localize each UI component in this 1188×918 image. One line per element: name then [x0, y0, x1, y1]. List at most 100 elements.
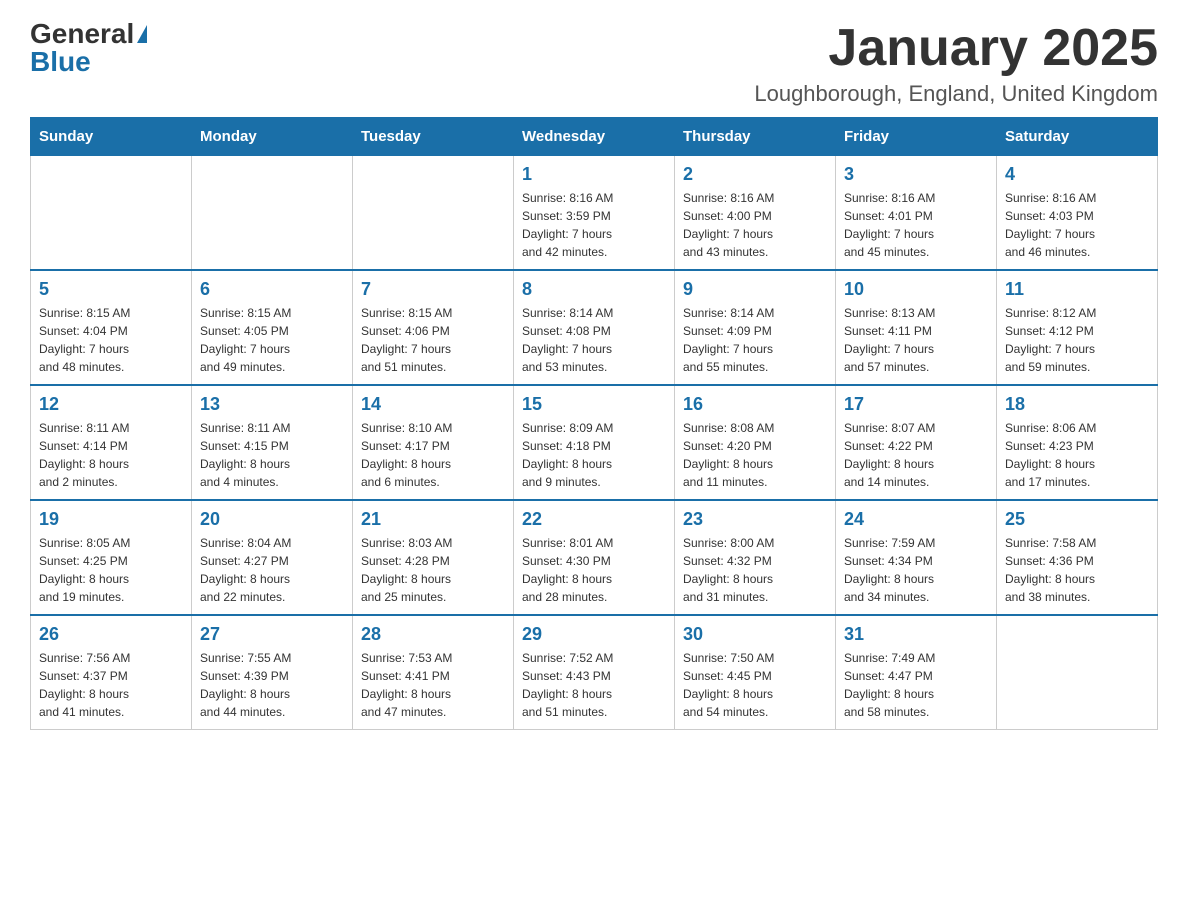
day-info: Sunrise: 8:05 AM Sunset: 4:25 PM Dayligh… [39, 534, 183, 606]
day-number: 13 [200, 394, 344, 415]
calendar-cell: 27 Sunrise: 7:55 AM Sunset: 4:39 PM Dayli… [192, 615, 353, 730]
day-number: 7 [361, 279, 505, 300]
day-number: 15 [522, 394, 666, 415]
calendar-header: SundayMondayTuesdayWednesdayThursdayFrid… [31, 118, 1158, 156]
day-number: 3 [844, 164, 988, 185]
calendar-cell: 15 Sunrise: 8:09 AM Sunset: 4:18 PM Dayli… [514, 385, 675, 500]
calendar-cell: 30 Sunrise: 7:50 AM Sunset: 4:45 PM Dayli… [675, 615, 836, 730]
day-number: 19 [39, 509, 183, 530]
title-area: January 2025 Loughborough, England, Unit… [754, 20, 1158, 107]
calendar-cell: 26Sunrise: 7:56 AM Sunset: 4:37 PM Dayli… [31, 615, 192, 730]
calendar-cell [192, 156, 353, 271]
day-info: Sunrise: 8:13 AM Sunset: 4:11 PM Dayligh… [844, 304, 988, 376]
calendar-cell: 16 Sunrise: 8:08 AM Sunset: 4:20 PM Dayli… [675, 385, 836, 500]
calendar-week-1: 1 Sunrise: 8:16 AM Sunset: 3:59 PM Daylig… [31, 156, 1158, 271]
day-number: 8 [522, 279, 666, 300]
day-number: 26 [39, 624, 183, 645]
calendar-cell: 13 Sunrise: 8:11 AM Sunset: 4:15 PM Dayli… [192, 385, 353, 500]
logo: General Blue [30, 20, 147, 76]
day-number: 29 [522, 624, 666, 645]
day-info: Sunrise: 8:15 AM Sunset: 4:05 PM Dayligh… [200, 304, 344, 376]
logo-triangle-icon [137, 25, 147, 43]
day-number: 27 [200, 624, 344, 645]
day-number: 24 [844, 509, 988, 530]
location-title: Loughborough, England, United Kingdom [754, 81, 1158, 107]
day-number: 28 [361, 624, 505, 645]
header: General Blue January 2025 Loughborough, … [30, 20, 1158, 107]
day-info: Sunrise: 8:08 AM Sunset: 4:20 PM Dayligh… [683, 419, 827, 491]
calendar-week-2: 5Sunrise: 8:15 AM Sunset: 4:04 PM Daylig… [31, 270, 1158, 385]
day-info: Sunrise: 8:12 AM Sunset: 4:12 PM Dayligh… [1005, 304, 1149, 376]
calendar-cell: 12 Sunrise: 8:11 AM Sunset: 4:14 PM Dayli… [31, 385, 192, 500]
weekday-header-monday: Monday [192, 118, 353, 156]
calendar-cell: 4 Sunrise: 8:16 AM Sunset: 4:03 PM Daylig… [997, 156, 1158, 271]
calendar-cell: 25Sunrise: 7:58 AM Sunset: 4:36 PM Dayli… [997, 500, 1158, 615]
day-number: 2 [683, 164, 827, 185]
day-info: Sunrise: 8:16 AM Sunset: 4:01 PM Dayligh… [844, 189, 988, 261]
day-info: Sunrise: 7:50 AM Sunset: 4:45 PM Dayligh… [683, 649, 827, 721]
day-number: 30 [683, 624, 827, 645]
calendar-cell: 31 Sunrise: 7:49 AM Sunset: 4:47 PM Dayli… [836, 615, 997, 730]
day-number: 10 [844, 279, 988, 300]
calendar-cell [353, 156, 514, 271]
weekday-header-wednesday: Wednesday [514, 118, 675, 156]
day-info: Sunrise: 7:55 AM Sunset: 4:39 PM Dayligh… [200, 649, 344, 721]
calendar-cell: 24Sunrise: 7:59 AM Sunset: 4:34 PM Dayli… [836, 500, 997, 615]
day-info: Sunrise: 8:07 AM Sunset: 4:22 PM Dayligh… [844, 419, 988, 491]
month-title: January 2025 [754, 20, 1158, 77]
calendar-cell: 9 Sunrise: 8:14 AM Sunset: 4:09 PM Daylig… [675, 270, 836, 385]
day-info: Sunrise: 7:53 AM Sunset: 4:41 PM Dayligh… [361, 649, 505, 721]
calendar-cell: 8 Sunrise: 8:14 AM Sunset: 4:08 PM Daylig… [514, 270, 675, 385]
day-info: Sunrise: 8:14 AM Sunset: 4:09 PM Dayligh… [683, 304, 827, 376]
weekday-header-thursday: Thursday [675, 118, 836, 156]
day-info: Sunrise: 7:49 AM Sunset: 4:47 PM Dayligh… [844, 649, 988, 721]
calendar-week-4: 19 Sunrise: 8:05 AM Sunset: 4:25 PM Dayli… [31, 500, 1158, 615]
calendar-cell: 10 Sunrise: 8:13 AM Sunset: 4:11 PM Dayli… [836, 270, 997, 385]
calendar-cell: 6 Sunrise: 8:15 AM Sunset: 4:05 PM Daylig… [192, 270, 353, 385]
calendar-cell: 17 Sunrise: 8:07 AM Sunset: 4:22 PM Dayli… [836, 385, 997, 500]
day-info: Sunrise: 8:03 AM Sunset: 4:28 PM Dayligh… [361, 534, 505, 606]
day-info: Sunrise: 8:15 AM Sunset: 4:04 PM Dayligh… [39, 304, 183, 376]
header-row: SundayMondayTuesdayWednesdayThursdayFrid… [31, 118, 1158, 156]
day-info: Sunrise: 8:00 AM Sunset: 4:32 PM Dayligh… [683, 534, 827, 606]
day-number: 12 [39, 394, 183, 415]
day-number: 14 [361, 394, 505, 415]
day-number: 1 [522, 164, 666, 185]
calendar-body: 1 Sunrise: 8:16 AM Sunset: 3:59 PM Daylig… [31, 156, 1158, 730]
day-info: Sunrise: 8:01 AM Sunset: 4:30 PM Dayligh… [522, 534, 666, 606]
day-info: Sunrise: 8:11 AM Sunset: 4:14 PM Dayligh… [39, 419, 183, 491]
day-number: 17 [844, 394, 988, 415]
day-number: 20 [200, 509, 344, 530]
calendar-cell: 20Sunrise: 8:04 AM Sunset: 4:27 PM Dayli… [192, 500, 353, 615]
day-info: Sunrise: 8:16 AM Sunset: 4:03 PM Dayligh… [1005, 189, 1149, 261]
weekday-header-sunday: Sunday [31, 118, 192, 156]
day-info: Sunrise: 8:16 AM Sunset: 3:59 PM Dayligh… [522, 189, 666, 261]
calendar-cell: 5Sunrise: 8:15 AM Sunset: 4:04 PM Daylig… [31, 270, 192, 385]
day-number: 31 [844, 624, 988, 645]
calendar-cell: 3 Sunrise: 8:16 AM Sunset: 4:01 PM Daylig… [836, 156, 997, 271]
day-number: 6 [200, 279, 344, 300]
day-number: 4 [1005, 164, 1149, 185]
day-info: Sunrise: 8:11 AM Sunset: 4:15 PM Dayligh… [200, 419, 344, 491]
day-info: Sunrise: 8:09 AM Sunset: 4:18 PM Dayligh… [522, 419, 666, 491]
day-info: Sunrise: 7:58 AM Sunset: 4:36 PM Dayligh… [1005, 534, 1149, 606]
day-info: Sunrise: 8:14 AM Sunset: 4:08 PM Dayligh… [522, 304, 666, 376]
calendar-cell: 22 Sunrise: 8:01 AM Sunset: 4:30 PM Dayli… [514, 500, 675, 615]
calendar-cell: 1 Sunrise: 8:16 AM Sunset: 3:59 PM Daylig… [514, 156, 675, 271]
day-info: Sunrise: 8:16 AM Sunset: 4:00 PM Dayligh… [683, 189, 827, 261]
calendar-cell [997, 615, 1158, 730]
day-number: 18 [1005, 394, 1149, 415]
day-info: Sunrise: 8:06 AM Sunset: 4:23 PM Dayligh… [1005, 419, 1149, 491]
day-number: 16 [683, 394, 827, 415]
calendar-cell: 21Sunrise: 8:03 AM Sunset: 4:28 PM Dayli… [353, 500, 514, 615]
day-number: 9 [683, 279, 827, 300]
calendar-cell: 29Sunrise: 7:52 AM Sunset: 4:43 PM Dayli… [514, 615, 675, 730]
calendar-cell: 19 Sunrise: 8:05 AM Sunset: 4:25 PM Dayli… [31, 500, 192, 615]
calendar-cell: 2 Sunrise: 8:16 AM Sunset: 4:00 PM Daylig… [675, 156, 836, 271]
calendar-table: SundayMondayTuesdayWednesdayThursdayFrid… [30, 117, 1158, 730]
calendar-cell: 23 Sunrise: 8:00 AM Sunset: 4:32 PM Dayli… [675, 500, 836, 615]
day-number: 23 [683, 509, 827, 530]
day-number: 22 [522, 509, 666, 530]
weekday-header-tuesday: Tuesday [353, 118, 514, 156]
day-info: Sunrise: 8:15 AM Sunset: 4:06 PM Dayligh… [361, 304, 505, 376]
